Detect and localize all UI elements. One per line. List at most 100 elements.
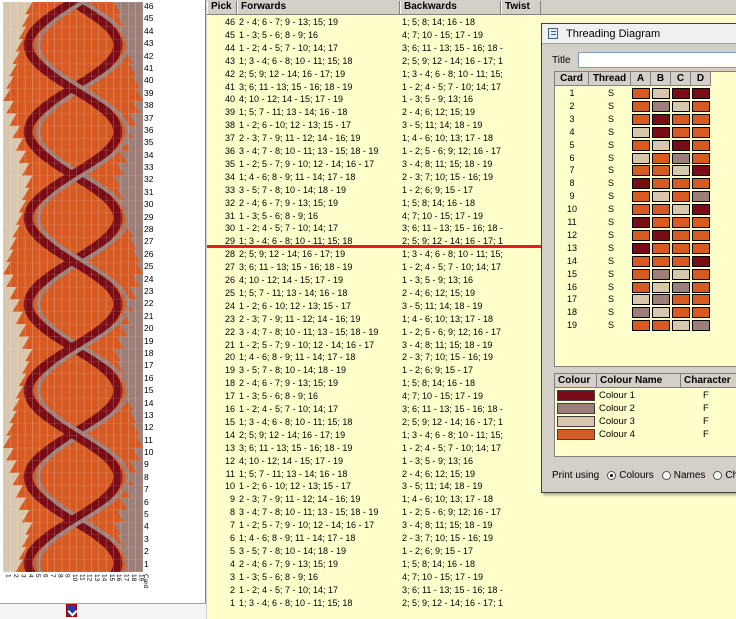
thread-direction[interactable]: S	[591, 242, 631, 255]
hole-d-swatch[interactable]	[692, 307, 710, 319]
app-tray-icon[interactable]	[66, 604, 77, 617]
current-pick-marker[interactable]	[207, 245, 543, 248]
hole-c-swatch[interactable]	[672, 242, 690, 254]
colour-name-column-header[interactable]: Colour Name	[597, 374, 681, 388]
pick-column-header[interactable]: Pick	[207, 1, 237, 14]
hole-a-swatch[interactable]	[632, 139, 650, 151]
pick-row[interactable]: 1 1; 3 - 4; 6 - 8; 10 - 11; 15; 18 2; 5; 9…	[207, 597, 736, 610]
twist-column-header[interactable]: Twist	[501, 1, 541, 14]
title-input[interactable]	[578, 52, 736, 68]
thread-direction[interactable]: S	[591, 87, 631, 100]
card-row[interactable]: 12 S	[555, 229, 736, 242]
hole-c-swatch[interactable]	[672, 100, 690, 112]
card-row[interactable]: 10 S	[555, 203, 736, 216]
print-colours-radio[interactable]	[607, 470, 617, 480]
card-row[interactable]: 14 S	[555, 255, 736, 268]
colour-row[interactable]: Colour 3 F	[555, 415, 736, 428]
hole-d-swatch[interactable]	[692, 165, 710, 177]
hole-b-swatch[interactable]	[652, 242, 670, 254]
thread-direction[interactable]: S	[591, 152, 631, 165]
thread-direction[interactable]: S	[591, 203, 631, 216]
thread-direction[interactable]: S	[591, 216, 631, 229]
pick-row[interactable]: 8 3 - 4; 7 - 8; 10 - 11; 13 - 15; 18 - 19…	[207, 506, 736, 519]
hole-b-swatch[interactable]	[652, 165, 670, 177]
card-row[interactable]: 2S	[555, 100, 736, 113]
pick-row[interactable]: 3 1 - 3; 5 - 6; 8 - 9; 16 4; 7; 10 - 15; 1…	[207, 571, 736, 584]
forwards-column-header[interactable]: Forwards	[237, 1, 400, 14]
card-row[interactable]: 15 S	[555, 268, 736, 281]
hole-c-swatch[interactable]	[672, 307, 690, 319]
hole-c-swatch[interactable]	[672, 88, 690, 99]
pick-row[interactable]: 4 2 - 4; 6 - 7; 9 - 13; 15; 19 1; 5; 8; 14…	[207, 558, 736, 571]
thread-direction[interactable]: S	[591, 293, 631, 306]
hole-b-swatch[interactable]	[652, 100, 670, 112]
thread-direction[interactable]: S	[591, 255, 631, 268]
threading-diagram-window[interactable]: Threading Diagram Title Card Thread A B …	[541, 23, 736, 493]
hole-b-swatch[interactable]	[652, 204, 670, 216]
thread-column-header[interactable]: Thread	[589, 72, 631, 86]
colour-swatch[interactable]	[557, 390, 595, 401]
colour-row[interactable]: Colour 4 F	[555, 428, 736, 441]
hole-c-swatch[interactable]	[672, 152, 690, 164]
hole-b-swatch[interactable]	[652, 191, 670, 203]
hole-c-swatch[interactable]	[672, 204, 690, 216]
hole-a-swatch[interactable]	[632, 191, 650, 203]
hole-a-swatch[interactable]	[632, 113, 650, 125]
hole-d-swatch[interactable]	[692, 191, 710, 203]
card-row[interactable]: 6S	[555, 152, 736, 165]
hole-d-swatch[interactable]	[692, 88, 710, 99]
hole-a-swatch[interactable]	[632, 294, 650, 306]
hole-d-swatch[interactable]	[692, 100, 710, 112]
card-threading-grid[interactable]: Card Thread A B C D 1 S 2 S 3 S 4 S 5 S 6 S 7 S 8 S 9 S 10…	[554, 71, 736, 367]
hole-c-swatch[interactable]	[672, 294, 690, 306]
hole-d-swatch[interactable]	[692, 281, 710, 293]
hole-b-swatch[interactable]	[652, 178, 670, 190]
colour-swatch[interactable]	[557, 416, 595, 427]
thread-direction[interactable]: S	[591, 164, 631, 177]
thread-direction[interactable]: S	[591, 319, 631, 332]
pick-row[interactable]: 5 3 - 5; 7 - 8; 10 - 14; 18 - 19 1 - 2; 6;…	[207, 545, 736, 558]
thread-direction[interactable]: S	[591, 229, 631, 242]
colour-column-header[interactable]: Colour	[555, 374, 597, 388]
card-row[interactable]: 8S	[555, 177, 736, 190]
hole-d-swatch[interactable]	[692, 229, 710, 241]
card-row[interactable]: 17 S	[555, 293, 736, 306]
thread-direction[interactable]: S	[591, 177, 631, 190]
hole-c-swatch[interactable]	[672, 113, 690, 125]
hole-b-header[interactable]: B	[651, 72, 671, 86]
hole-a-swatch[interactable]	[632, 100, 650, 112]
hole-c-swatch[interactable]	[672, 281, 690, 293]
backwards-column-header[interactable]: Backwards	[400, 1, 501, 14]
pick-row[interactable]: 9 2 - 3; 7 - 9; 11 - 12; 14 - 16; 19 1; 4 …	[207, 493, 736, 506]
character-column-header[interactable]: Character	[681, 374, 736, 388]
hole-c-swatch[interactable]	[672, 217, 690, 228]
hole-c-swatch[interactable]	[672, 229, 690, 241]
hole-d-swatch[interactable]	[692, 126, 710, 138]
colour-row[interactable]: Colour 1 F	[555, 389, 736, 402]
colour-row[interactable]: Colour 2 F	[555, 402, 736, 415]
card-row[interactable]: 16 S	[555, 281, 736, 294]
hole-a-swatch[interactable]	[632, 320, 650, 332]
hole-d-swatch[interactable]	[692, 242, 710, 254]
hole-a-swatch[interactable]	[632, 229, 650, 241]
hole-b-swatch[interactable]	[652, 320, 670, 332]
hole-b-swatch[interactable]	[652, 268, 670, 280]
thread-direction[interactable]: S	[591, 306, 631, 319]
hole-b-swatch[interactable]	[652, 229, 670, 241]
hole-d-swatch[interactable]	[692, 152, 710, 164]
window-titlebar[interactable]: Threading Diagram	[542, 24, 736, 44]
hole-b-swatch[interactable]	[652, 126, 670, 138]
hole-c-swatch[interactable]	[672, 320, 690, 332]
hole-a-swatch[interactable]	[632, 255, 650, 267]
thread-direction[interactable]: S	[591, 100, 631, 113]
hole-d-swatch[interactable]	[692, 113, 710, 125]
hole-b-swatch[interactable]	[652, 307, 670, 319]
hole-c-swatch[interactable]	[672, 178, 690, 190]
hole-d-swatch[interactable]	[692, 217, 710, 228]
colour-swatch[interactable]	[557, 429, 595, 440]
card-row[interactable]: 4S	[555, 126, 736, 139]
thread-direction[interactable]: S	[591, 126, 631, 139]
pick-row[interactable]: 6 1; 4 - 6; 8 - 9; 11 - 14; 17 - 18 2 - 3;…	[207, 532, 736, 545]
hole-a-swatch[interactable]	[632, 307, 650, 319]
hole-c-swatch[interactable]	[672, 139, 690, 151]
